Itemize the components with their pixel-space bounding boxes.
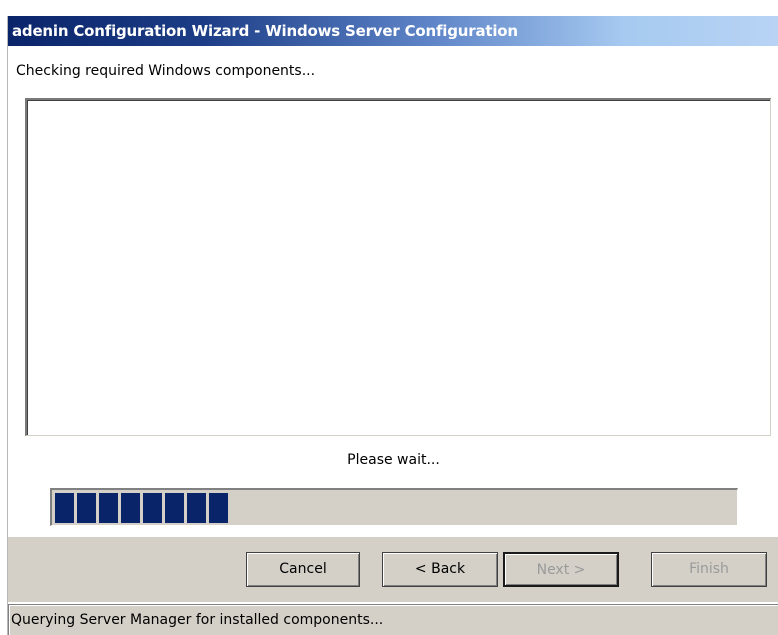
progress-segment <box>209 492 228 523</box>
button-panel: Cancel < Back Next > Finish <box>8 536 778 602</box>
progress-segment <box>187 492 206 523</box>
finish-button[interactable]: Finish <box>651 552 767 587</box>
progress-segment <box>165 492 184 523</box>
window-title: adenin Configuration Wizard - Windows Se… <box>12 22 518 40</box>
wait-message: Please wait... <box>347 452 440 468</box>
progress-segment <box>77 492 96 523</box>
status-bar: Querying Server Manager for installed co… <box>8 604 778 635</box>
status-text: Querying Server Manager for installed co… <box>11 612 384 628</box>
wizard-window: adenin Configuration Wizard - Windows Se… <box>7 16 778 635</box>
progress-bar <box>50 488 738 526</box>
progress-segment <box>121 492 140 523</box>
title-bar[interactable]: adenin Configuration Wizard - Windows Se… <box>8 16 778 46</box>
next-button[interactable]: Next > <box>503 552 619 587</box>
cancel-button[interactable]: Cancel <box>246 552 360 587</box>
log-output-box[interactable] <box>25 98 771 436</box>
page-heading: Checking required Windows components... <box>16 63 316 79</box>
progress-segment <box>55 492 74 523</box>
progress-segment <box>99 492 118 523</box>
progress-segment <box>143 492 162 523</box>
back-button[interactable]: < Back <box>382 552 498 587</box>
